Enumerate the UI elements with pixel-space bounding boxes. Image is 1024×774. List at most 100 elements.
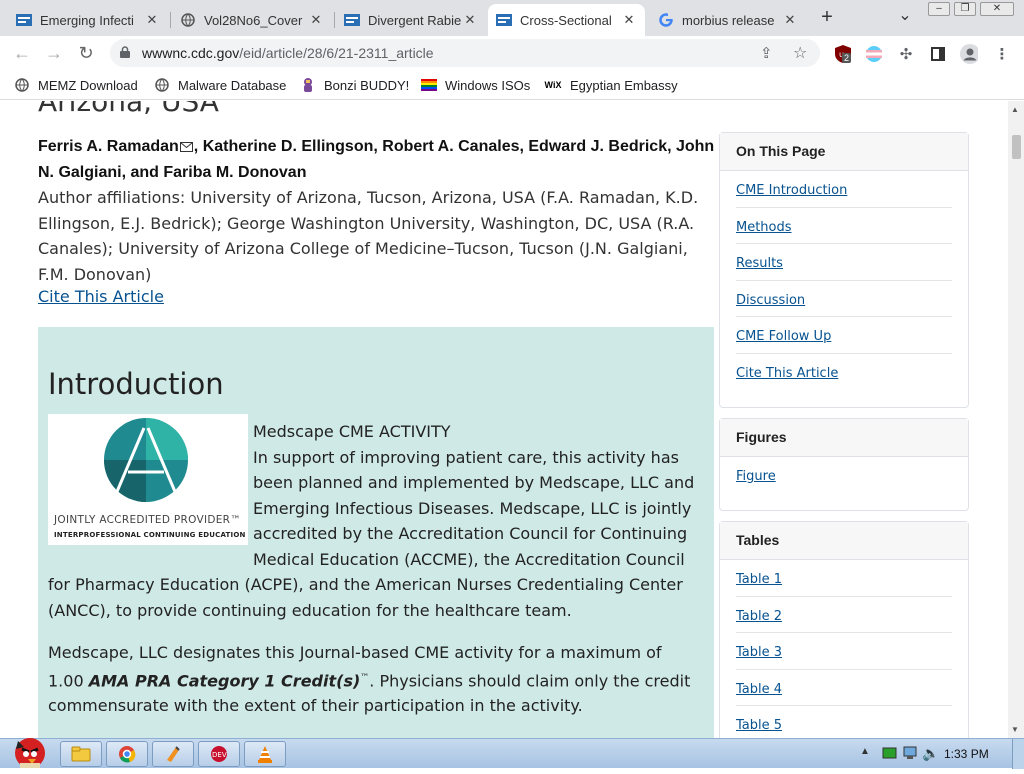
- page-scrollbar[interactable]: ▲ ▼: [1008, 101, 1024, 738]
- globe-favicon-icon: [180, 12, 196, 28]
- share-icon[interactable]: ⇪: [760, 44, 773, 62]
- bookmark-malware-database[interactable]: Malware Database: [154, 77, 286, 93]
- tab-vol28[interactable]: Vol28No6_Cover ✕: [172, 4, 332, 36]
- list-item: Methods: [736, 208, 952, 245]
- tray-expand-icon[interactable]: ▲: [860, 746, 870, 757]
- author-list: Ferris A. Ramadan, Katherine D. Ellingso…: [38, 138, 715, 181]
- scrollbar-thumb[interactable]: [1012, 135, 1021, 159]
- taskbar-vlc-button[interactable]: [244, 741, 286, 767]
- new-tab-button[interactable]: +: [816, 7, 838, 29]
- nav-link-results[interactable]: Results: [736, 256, 783, 271]
- bookmark-memz[interactable]: MEMZ Download: [14, 77, 138, 93]
- tab-search-icon[interactable]: ⌄: [895, 8, 915, 28]
- chrome-icon: [119, 746, 136, 763]
- ublock-extension-icon[interactable]: u 2: [834, 45, 852, 63]
- tables-list: Table 1 Table 2 Table 3 Table 4 Table 5: [720, 560, 968, 738]
- tab-emerging[interactable]: Emerging Infecti ✕: [8, 4, 168, 36]
- on-this-page-list: CME Introduction Methods Results Discuss…: [720, 171, 968, 391]
- lock-icon: [120, 46, 130, 58]
- table-2-link[interactable]: Table 2: [736, 609, 782, 624]
- table-1-link[interactable]: Table 1: [736, 572, 782, 587]
- bookmark-star-icon[interactable]: ☆: [793, 43, 807, 63]
- list-item: CME Introduction: [736, 171, 952, 208]
- tab-divider: [170, 12, 171, 28]
- start-button-angry-bird-icon[interactable]: [4, 731, 52, 769]
- back-arrow-icon[interactable]: ←: [10, 41, 34, 65]
- tab-cross-sectional[interactable]: Cross-Sectional ✕: [488, 4, 645, 36]
- list-item: Figure: [736, 457, 952, 494]
- tab-title: Divergent Rabie: [368, 12, 462, 28]
- bookmarks-bar: MEMZ Download Malware Database Bonzi BUD…: [0, 70, 1024, 100]
- tab-divergent[interactable]: Divergent Rabie ✕: [336, 4, 486, 36]
- cme-activity-text: Medscape CME ACTIVITY In support of impr…: [48, 419, 698, 623]
- nav-link-cme-follow-up[interactable]: CME Follow Up: [736, 329, 831, 344]
- bookmark-bonzi-buddy[interactable]: Bonzi BUDDY!: [300, 77, 409, 93]
- globe-icon: [14, 77, 30, 93]
- minimize-button[interactable]: –: [928, 2, 950, 16]
- table-4-link[interactable]: Table 4: [736, 682, 782, 697]
- logo-spacer: [48, 419, 253, 547]
- figures-card: Figures Figure: [719, 418, 969, 511]
- menu-kebab-icon[interactable]: ⋮: [993, 45, 1011, 63]
- scroll-down-arrow-icon[interactable]: ▼: [1011, 725, 1019, 734]
- profile-avatar-icon[interactable]: [960, 44, 978, 64]
- url-text: wwwnc.cdc.gov/eid/article/28/6/21-2311_a…: [142, 45, 434, 61]
- list-item: CME Follow Up: [736, 317, 952, 354]
- tab-morbius[interactable]: morbius release ✕: [650, 4, 806, 36]
- address-bar[interactable]: wwwnc.cdc.gov/eid/article/28/6/21-2311_a…: [110, 39, 820, 67]
- restore-button[interactable]: ❐: [954, 2, 976, 16]
- list-item: Table 2: [736, 597, 952, 634]
- cdc-favicon-icon: [16, 12, 32, 28]
- wix-icon: WiX: [544, 80, 562, 90]
- list-item: Table 1: [736, 560, 952, 597]
- list-item: Table 5: [736, 706, 952, 738]
- introduction-heading: Introduction: [48, 367, 224, 401]
- cite-this-article-link[interactable]: Cite This Article: [38, 287, 164, 306]
- windows-taskbar: DEV ▲ 🔈 1:33 PM: [0, 738, 1024, 769]
- tab-close-icon[interactable]: ✕: [308, 12, 324, 28]
- table-5-link[interactable]: Table 5: [736, 718, 782, 733]
- nav-link-discussion[interactable]: Discussion: [736, 293, 805, 308]
- tab-title: Emerging Infecti: [40, 12, 134, 28]
- tab-close-icon[interactable]: ✕: [782, 12, 798, 28]
- article-page: Arizona, USA Ferris A. Ramadan, Katherin…: [0, 101, 1008, 738]
- volume-icon[interactable]: 🔈: [922, 745, 939, 762]
- email-icon[interactable]: [179, 142, 193, 152]
- table-3-link[interactable]: Table 3: [736, 645, 782, 660]
- battery-icon[interactable]: [882, 746, 898, 765]
- show-desktop-button[interactable]: [1012, 739, 1024, 769]
- figure-link[interactable]: Figure: [736, 469, 776, 484]
- taskbar-devcpp-button[interactable]: DEV: [198, 741, 240, 767]
- browser-toolbar: ← → ↻ wwwnc.cdc.gov/eid/article/28/6/21-…: [0, 36, 1024, 70]
- list-item: Results: [736, 244, 952, 281]
- scroll-up-arrow-icon[interactable]: ▲: [1011, 105, 1019, 114]
- tab-close-icon[interactable]: ✕: [462, 12, 478, 28]
- cdc-favicon-icon: [344, 12, 360, 28]
- winamp-icon: [167, 746, 180, 762]
- close-window-button[interactable]: ✕: [980, 2, 1014, 16]
- reload-icon[interactable]: ↻: [74, 41, 98, 65]
- google-favicon-icon: [658, 12, 674, 28]
- rainbow-flag-icon: [421, 77, 437, 93]
- network-icon[interactable]: [902, 746, 918, 765]
- bonzi-icon: [300, 77, 316, 93]
- side-panel-icon[interactable]: [929, 45, 947, 63]
- figures-list: Figure: [720, 457, 968, 494]
- list-item: Discussion: [736, 281, 952, 318]
- nav-link-cme-introduction[interactable]: CME Introduction: [736, 183, 847, 198]
- taskbar-explorer-button[interactable]: [60, 741, 102, 767]
- taskbar-chrome-button[interactable]: [106, 741, 148, 767]
- explorer-icon: [71, 746, 91, 762]
- trans-flag-extension-icon[interactable]: [865, 45, 883, 63]
- bookmark-windows-isos[interactable]: Windows ISOs: [421, 77, 530, 93]
- taskbar-winamp-button[interactable]: [152, 741, 194, 767]
- extensions-puzzle-icon[interactable]: ✣: [897, 45, 915, 63]
- tab-close-icon[interactable]: ✕: [144, 12, 160, 28]
- nav-link-cite-this-article[interactable]: Cite This Article: [736, 366, 838, 381]
- nav-link-methods[interactable]: Methods: [736, 220, 792, 235]
- forward-arrow-icon[interactable]: →: [42, 41, 66, 65]
- tab-close-icon[interactable]: ✕: [621, 12, 637, 28]
- article-title: Arizona, USA: [38, 101, 219, 118]
- vlc-icon: [258, 746, 272, 763]
- bookmark-egyptian-embassy[interactable]: WiX Egyptian Embassy: [544, 77, 678, 93]
